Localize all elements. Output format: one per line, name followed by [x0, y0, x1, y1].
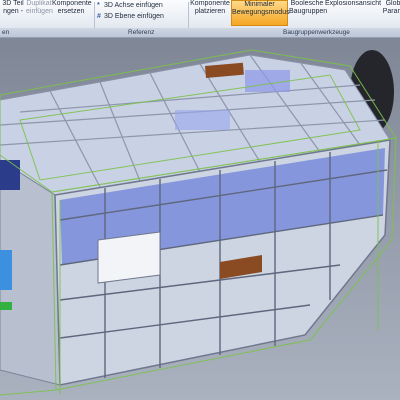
group-label-assembly-tools: Baugruppenwerkzeuge [283, 29, 350, 36]
group-label: en [2, 29, 10, 36]
insert-3d-axis-button[interactable]: * 3D Achse einfügen [97, 2, 163, 9]
exploded-view-button[interactable]: Explosionsansicht [325, 0, 381, 26]
plane-icon: # [97, 13, 101, 20]
3d-model-canvas[interactable] [0, 38, 400, 400]
duplicate-insert-button[interactable]: Duplikat einfügen [26, 0, 53, 26]
ribbon-group-bar: en Referenz Baugruppenwerkzeuge [0, 28, 400, 38]
glass-panel [175, 110, 230, 130]
place-component-button[interactable]: Komponente platzieren [189, 0, 231, 26]
minimal-motion-mode-button[interactable]: Minimaler Bewegungsmodus [231, 0, 290, 26]
replace-component-button[interactable]: Komponente ersetzen [52, 0, 92, 26]
group-label-reference: Referenz [128, 29, 155, 36]
insert-3d-plane-button[interactable]: #3D Ebene einfügen [97, 13, 164, 20]
green-part [0, 302, 12, 310]
3d-part-button[interactable]: 3D Teil ngen - [0, 0, 26, 26]
door-opening [97, 231, 161, 284]
glass-panel [245, 70, 290, 92]
blue-part [0, 250, 12, 290]
boolean-assemblies-button[interactable]: Boolesche Baugruppen [289, 0, 327, 26]
dark-part [0, 160, 20, 190]
3d-viewport[interactable] [0, 38, 400, 400]
global-parameters-button[interactable]: Glob Param [382, 0, 400, 26]
axis-icon: * [97, 2, 100, 9]
ribbon-toolbar: 3D Teil ngen - Duplikat einfügen Kompone… [0, 0, 400, 32]
